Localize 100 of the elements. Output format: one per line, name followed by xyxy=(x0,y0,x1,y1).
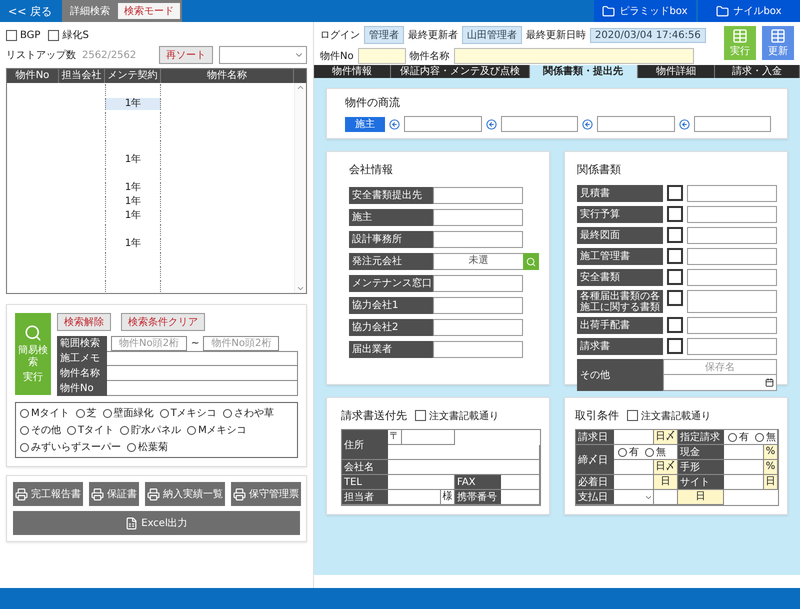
text-field[interactable] xyxy=(501,490,540,505)
checkbox[interactable] xyxy=(667,227,683,243)
radio-button[interactable]: 貯水パネル xyxy=(120,423,182,437)
text-field[interactable] xyxy=(433,341,523,358)
text-field[interactable] xyxy=(500,116,578,132)
postal-mark: 〒 xyxy=(388,430,402,445)
radio-button[interactable]: その他 xyxy=(20,423,61,437)
checkbox[interactable] xyxy=(667,269,683,285)
checkbox[interactable] xyxy=(667,317,683,333)
text-field[interactable] xyxy=(687,269,777,286)
text-field[interactable] xyxy=(388,475,455,490)
text-field[interactable] xyxy=(433,209,523,226)
range-to-field[interactable]: 物件No頭2桁 xyxy=(203,336,280,351)
range-from-field[interactable]: 物件No頭2桁 xyxy=(111,336,187,351)
checkbox[interactable] xyxy=(667,185,683,201)
radio-button[interactable]: 松葉菊 xyxy=(127,440,168,454)
clear-button[interactable]: 検索条件クリア xyxy=(121,313,205,331)
calendar-icon[interactable] xyxy=(765,378,774,387)
column-header[interactable]: 担当会社 xyxy=(59,69,105,83)
field-value[interactable]: 未選 xyxy=(433,253,523,270)
arrow-left-icon xyxy=(678,118,690,130)
radio-button[interactable]: Tタイト xyxy=(67,423,114,437)
radio-button[interactable]: Mメキシコ xyxy=(187,423,247,437)
text-field[interactable] xyxy=(614,475,654,490)
print-button[interactable]: 保守管理票 xyxy=(231,482,301,506)
radio-button[interactable]: 無 xyxy=(645,445,666,459)
text-field[interactable] xyxy=(433,297,523,314)
checkbox[interactable]: 緑化S xyxy=(48,28,89,42)
radio-button[interactable]: 有 xyxy=(618,445,639,459)
radio-button[interactable]: 芝 xyxy=(76,406,97,420)
checkbox[interactable]: 注文書記載通り xyxy=(627,408,711,422)
text-field[interactable] xyxy=(687,248,777,265)
checkbox[interactable] xyxy=(667,206,683,222)
text-field[interactable] xyxy=(614,430,654,445)
text-field[interactable] xyxy=(687,206,777,223)
radio-button[interactable]: 有 xyxy=(728,430,749,444)
postal-code-field[interactable] xyxy=(402,430,455,445)
column-header[interactable]: メンテ契約 xyxy=(105,69,161,83)
address-field[interactable] xyxy=(388,445,540,460)
text-field[interactable] xyxy=(694,116,771,132)
text-field[interactable] xyxy=(724,475,764,490)
search-button[interactable] xyxy=(523,253,539,270)
payment-select[interactable] xyxy=(614,490,654,505)
checkbox[interactable]: 注文書記載通り xyxy=(415,408,499,422)
clear-button[interactable]: 検索解除 xyxy=(57,313,111,331)
column-header[interactable]: 物件No xyxy=(7,69,59,83)
property-name-field[interactable] xyxy=(454,48,694,64)
folder-button[interactable]: ピラミッドbox xyxy=(592,0,696,22)
resort-button[interactable]: 再ソート xyxy=(159,46,213,64)
text-field[interactable] xyxy=(433,187,523,204)
text-field[interactable] xyxy=(724,445,764,460)
checkbox[interactable] xyxy=(667,248,683,264)
radio-button[interactable]: みずいらずスーパー xyxy=(20,440,121,454)
text-field[interactable] xyxy=(687,317,777,334)
text-field[interactable] xyxy=(654,490,678,505)
radio-button[interactable]: 壁面緑化 xyxy=(102,406,154,420)
text-field[interactable] xyxy=(614,460,654,475)
print-button[interactable]: 完工報告書 xyxy=(13,482,83,506)
checkbox[interactable]: BGP xyxy=(6,30,40,40)
radio-button[interactable]: Tメキシコ xyxy=(160,406,217,420)
text-field[interactable] xyxy=(501,475,540,490)
text-field[interactable] xyxy=(687,338,777,355)
print-button[interactable]: 保証書 xyxy=(89,482,139,506)
radio-button[interactable]: さわや草 xyxy=(222,406,274,420)
chevron-up-icon[interactable] xyxy=(296,83,305,92)
column-header[interactable]: 物件名称 xyxy=(161,69,294,83)
file-name-field[interactable]: 保存名 xyxy=(663,359,777,375)
date-field[interactable] xyxy=(663,375,777,391)
text-field[interactable] xyxy=(107,381,298,396)
text-field[interactable] xyxy=(433,275,523,292)
sort-select[interactable] xyxy=(219,46,307,64)
text-field[interactable] xyxy=(433,231,523,248)
text-field[interactable] xyxy=(597,116,674,132)
section-title: 物件の商流 xyxy=(345,96,400,109)
text-field[interactable] xyxy=(107,351,298,366)
mode-tab[interactable]: 詳細検索 xyxy=(64,3,116,19)
mode-tab[interactable]: 検索モード xyxy=(118,3,180,19)
text-field[interactable] xyxy=(107,366,298,381)
scrollbar[interactable] xyxy=(294,83,306,293)
checkbox[interactable] xyxy=(667,338,683,354)
checkbox[interactable] xyxy=(667,290,683,306)
folder-button[interactable]: ナイルbox xyxy=(696,0,800,22)
text-field[interactable] xyxy=(433,319,523,336)
range-separator: ~ xyxy=(191,338,200,349)
text-field[interactable] xyxy=(687,290,777,313)
print-button[interactable]: 納入実績一覧 xyxy=(145,482,225,506)
text-field[interactable] xyxy=(687,227,777,244)
radio-button[interactable]: 無 xyxy=(755,430,776,444)
chevron-down-icon[interactable] xyxy=(296,284,305,293)
tab[interactable]: 関係書類・提出先 xyxy=(530,65,638,78)
owner-button[interactable]: 施主 xyxy=(345,116,385,132)
text-field[interactable] xyxy=(724,460,764,475)
radio-button[interactable]: Mタイト xyxy=(20,406,70,420)
back-link[interactable]: << 戻る xyxy=(0,0,62,22)
excel-button[interactable]: Excel出力 xyxy=(13,511,300,535)
text-field[interactable] xyxy=(388,460,540,475)
text-field[interactable] xyxy=(404,116,482,132)
property-no-field[interactable] xyxy=(358,48,406,64)
text-field[interactable] xyxy=(687,185,777,202)
text-field[interactable] xyxy=(388,490,441,505)
